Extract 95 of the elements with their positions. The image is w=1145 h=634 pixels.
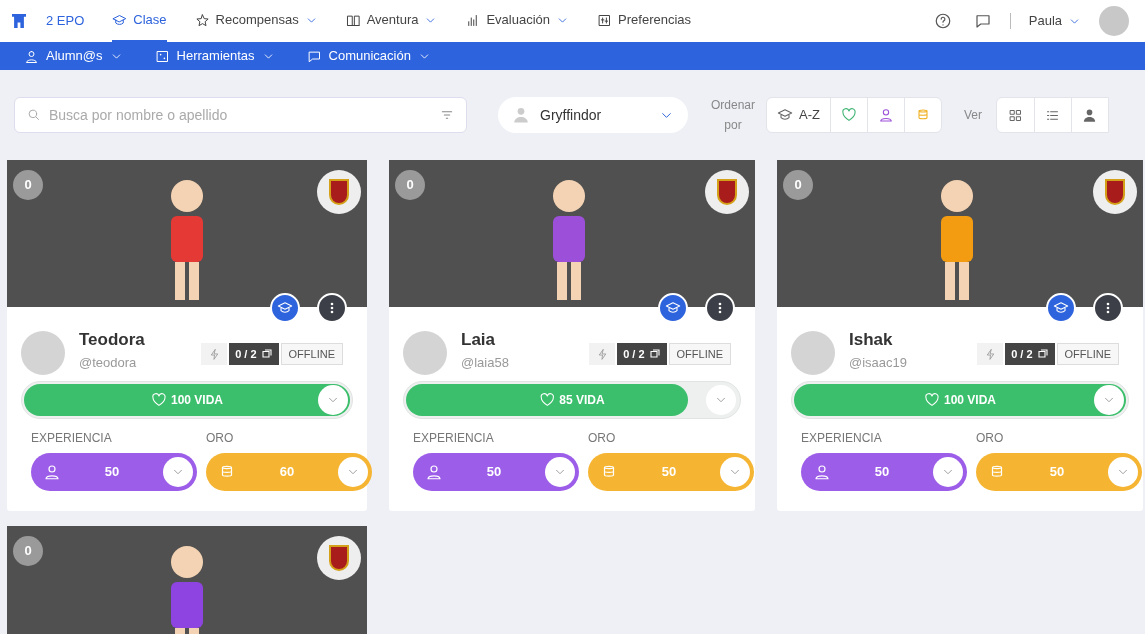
status-badge: OFFLINE <box>1056 343 1119 365</box>
experience-pill[interactable]: 50 <box>413 453 579 491</box>
person-icon <box>43 463 61 481</box>
life-label: 85 VIDA <box>539 391 605 409</box>
crest-icon <box>1105 179 1125 205</box>
expand-button[interactable] <box>933 457 963 487</box>
student-username: @isaac19 <box>849 353 907 372</box>
points-badge: 0 <box>783 170 813 200</box>
more-button[interactable] <box>1093 293 1123 323</box>
cards-badge: 0 / 2 <box>229 343 279 365</box>
search-field[interactable]: Busca por nombre o apellido <box>14 97 467 133</box>
card-icon <box>648 348 661 360</box>
stat-value: 60 <box>278 463 296 482</box>
stat-label: EXPERIENCIA <box>31 430 113 447</box>
settings-icon <box>597 12 613 28</box>
help-button[interactable] <box>933 12 952 30</box>
graduation-cap-icon <box>665 300 681 316</box>
student-name: Laia <box>461 329 497 351</box>
stat-label: ORO <box>976 430 1005 447</box>
life-label: 100 VIDA <box>924 391 996 409</box>
card-icon <box>260 348 273 360</box>
person-icon <box>425 463 443 481</box>
sort-button[interactable]: A-Z <box>767 98 830 132</box>
expand-button[interactable] <box>163 457 193 487</box>
cards-badge: 0 / 2 <box>1005 343 1055 365</box>
points-badge: 0 <box>13 170 43 200</box>
stat-label: ORO <box>206 430 235 447</box>
stat-value: 50 <box>103 463 121 482</box>
grid-view-icon <box>1007 107 1023 123</box>
chat-button[interactable] <box>973 12 992 30</box>
avatar-placeholder <box>403 331 447 375</box>
book-icon <box>345 12 361 28</box>
group-dropdown[interactable]: Gryffindor <box>498 97 688 133</box>
person-icon <box>24 48 39 64</box>
life-label: 100 VIDA <box>151 391 223 409</box>
student-username: @laia58 <box>461 353 509 372</box>
stat-value: 50 <box>873 463 891 482</box>
experience-pill[interactable]: 50 <box>801 453 967 491</box>
heart-icon <box>840 107 857 123</box>
points-badge: 0 <box>395 170 425 200</box>
more-button[interactable] <box>317 293 347 323</box>
nav-tab[interactable]: Evaluación <box>465 0 570 42</box>
crest-icon <box>717 179 737 205</box>
view-label: Ver <box>963 107 982 124</box>
people-icon <box>512 106 530 124</box>
stat-label: EXPERIENCIA <box>413 430 495 447</box>
nav-tab[interactable]: Recompensas <box>194 0 318 42</box>
card-icon <box>1036 348 1049 360</box>
dice-icon <box>154 48 170 64</box>
menu-item[interactable]: Alumn@s <box>24 46 123 66</box>
graduation-cap-icon <box>112 12 128 28</box>
stat-value: 50 <box>660 463 678 482</box>
teacher-button[interactable] <box>658 293 688 323</box>
crest-icon <box>329 545 349 571</box>
experience-pill[interactable]: 50 <box>31 453 197 491</box>
sort-label: Ordenar por <box>710 97 756 134</box>
heart-icon <box>539 392 556 408</box>
star-icon <box>194 12 210 28</box>
logo-icon[interactable] <box>12 14 26 28</box>
points-badge: 0 <box>13 536 43 566</box>
stat-value: 50 <box>1048 463 1066 482</box>
student-name: Ishak <box>849 329 894 351</box>
search-icon <box>26 107 41 122</box>
crest-icon <box>329 179 349 205</box>
student-name: Teodora <box>79 329 145 351</box>
avatar-placeholder <box>791 331 835 375</box>
chat-icon <box>306 48 322 64</box>
menu-item[interactable]: Comunicación <box>306 46 431 66</box>
menu-item[interactable]: Herramientas <box>154 46 275 66</box>
graduation-cap-icon <box>777 107 793 123</box>
class-name[interactable]: 2 EPO <box>46 11 85 31</box>
student-username: @teodora <box>79 353 138 372</box>
chat-icon <box>973 12 992 30</box>
teacher-button[interactable] <box>1046 293 1076 323</box>
heart-icon <box>151 392 167 408</box>
cards-badge: 0 / 2 <box>617 343 667 365</box>
more-button[interactable] <box>705 293 735 323</box>
nav-tab[interactable]: Aventura <box>345 0 438 42</box>
stat-label: EXPERIENCIA <box>801 430 883 447</box>
status-badge: OFFLINE <box>668 343 731 365</box>
graduation-cap-icon <box>277 300 293 316</box>
person-icon <box>813 463 831 481</box>
user-menu[interactable]: Paula <box>1028 11 1081 31</box>
people-icon <box>1082 107 1098 123</box>
heart-icon <box>924 392 940 408</box>
nav-tab[interactable]: Preferencias <box>597 0 692 42</box>
teacher-button[interactable] <box>270 293 300 323</box>
stat-label: ORO <box>588 430 617 447</box>
help-icon <box>933 12 952 30</box>
avatar-placeholder <box>21 331 65 375</box>
person-icon <box>877 107 894 123</box>
status-badge: OFFLINE <box>280 343 343 365</box>
expand-button[interactable] <box>545 457 575 487</box>
graduation-cap-icon <box>1053 300 1069 316</box>
stat-value: 50 <box>485 463 503 482</box>
